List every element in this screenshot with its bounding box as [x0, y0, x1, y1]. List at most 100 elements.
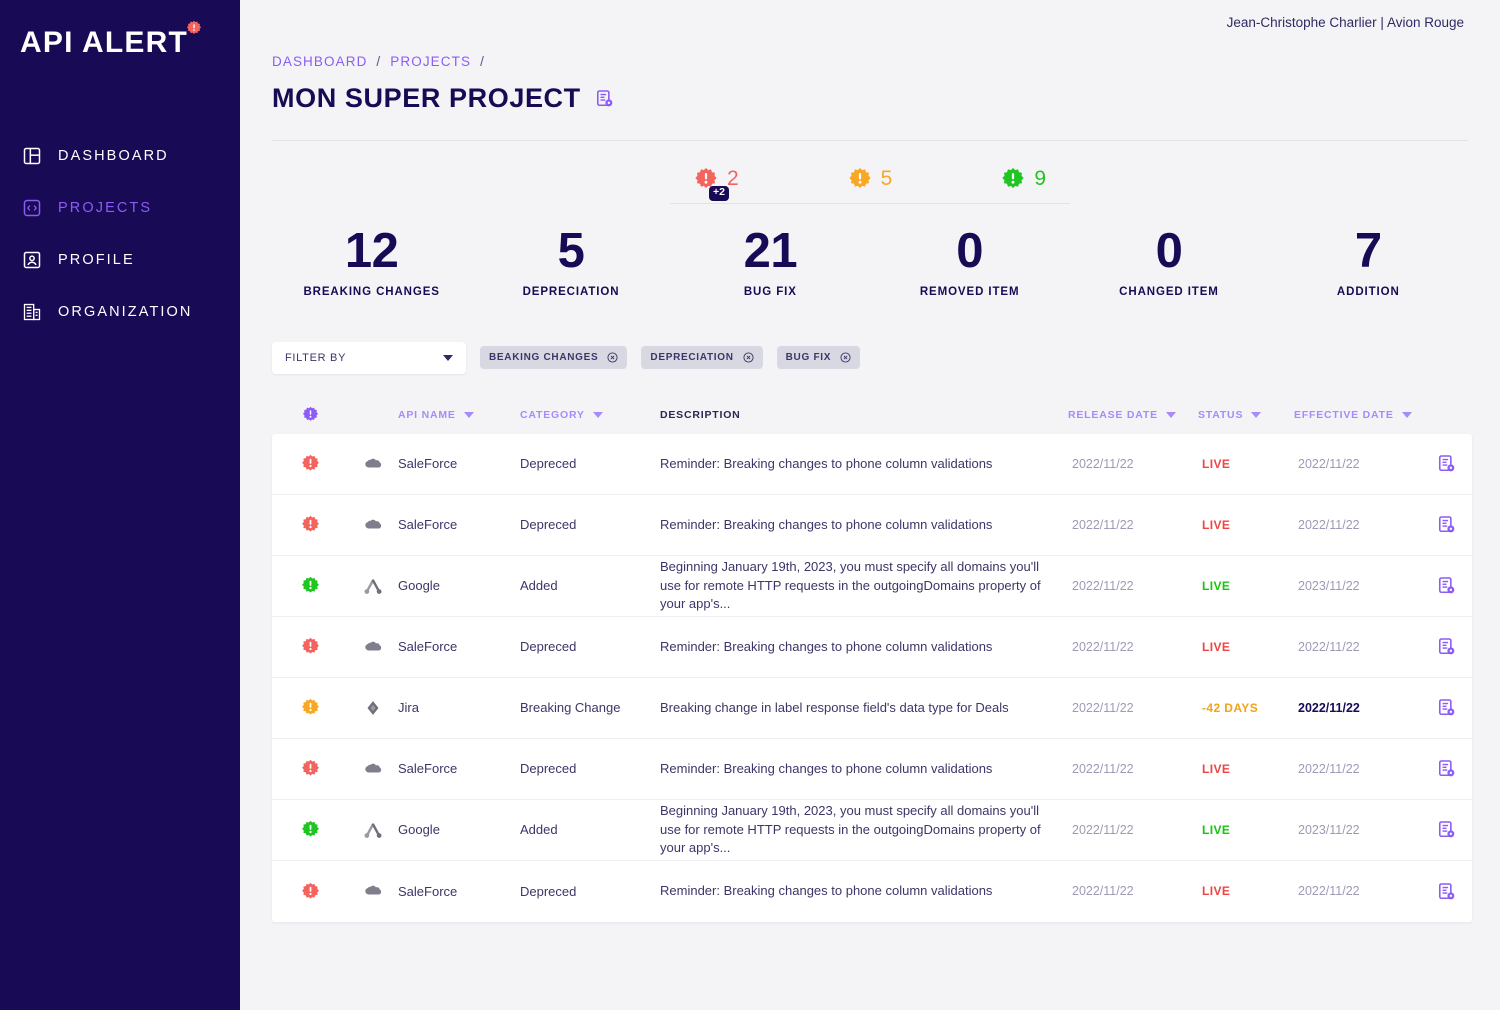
gear-alert-icon	[301, 699, 319, 716]
cell-effective-date: 2022/11/22	[1298, 700, 1360, 715]
cell-effective-date: 2023/11/22	[1298, 822, 1360, 837]
row-action-button[interactable]	[1420, 454, 1472, 473]
table-row[interactable]: SaleForce Depreced Reminder: Breaking chan…	[272, 434, 1472, 495]
document-gear-icon[interactable]	[1437, 515, 1456, 534]
user-account-label[interactable]: Jean-Christophe Charlier | Avion Rouge	[1227, 15, 1464, 30]
salesforce-cloud-icon	[365, 763, 382, 773]
sidebar-item-profile[interactable]: PROFILE	[0, 234, 240, 286]
cell-effective-date: 2023/11/22	[1298, 578, 1360, 593]
severity-badge-breaking[interactable]: 2 +2	[694, 167, 739, 201]
severity-badge-depreciation[interactable]: 5	[848, 167, 893, 191]
cell-effective-date: 2022/11/22	[1298, 517, 1360, 532]
cell-status: LIVE	[1202, 761, 1231, 776]
table-header-release-date[interactable]: RELEASE DATE	[1068, 409, 1198, 421]
stat-bug-fix: 21 BUG FIX	[671, 225, 870, 298]
cell-status: LIVE	[1202, 822, 1231, 837]
document-gear-icon[interactable]	[1437, 820, 1456, 839]
row-brand-icon	[348, 880, 398, 902]
breadcrumb-item-projects[interactable]: PROJECTS	[390, 54, 471, 69]
filter-chip-breaking-changes[interactable]: BEAKING CHANGES	[480, 346, 628, 370]
document-gear-icon[interactable]	[1437, 698, 1456, 717]
filter-chip-label: DEPRECIATION	[650, 352, 734, 364]
sidebar-item-organization[interactable]: ORGANIZATION	[0, 286, 240, 338]
cell-api-name: SaleForce	[398, 639, 458, 655]
stat-value: 0	[1155, 224, 1183, 278]
cell-api-name: SaleForce	[398, 883, 458, 899]
close-circle-icon[interactable]	[840, 352, 851, 363]
filter-chip-depreciation[interactable]: DEPRECIATION	[641, 346, 763, 370]
table-row[interactable]: SaleForce Depreced Reminder: Breaking chan…	[272, 861, 1472, 922]
column-label: DESCRIPTION	[660, 408, 741, 421]
layout-panel-icon	[23, 147, 41, 165]
close-circle-icon[interactable]	[743, 352, 754, 363]
table-row[interactable]: SaleForce Depreced Reminder: Breaking chan…	[272, 739, 1472, 800]
cell-status: LIVE	[1202, 517, 1231, 532]
stat-label: ADDITION	[1336, 285, 1400, 298]
document-gear-icon[interactable]	[1437, 882, 1456, 901]
google-ads-icon	[364, 579, 382, 594]
document-gear-icon[interactable]	[595, 89, 614, 108]
stat-depreciation: 5 DEPRECIATION	[471, 225, 670, 298]
table-header-api-name[interactable]: API NAME	[398, 409, 520, 421]
document-gear-icon[interactable]	[1437, 759, 1456, 778]
row-severity-icon	[272, 576, 348, 595]
breadcrumb-item-dashboard[interactable]: DASHBOARD	[272, 54, 367, 69]
sidebar-item-dashboard[interactable]: DASHBOARD	[0, 130, 240, 182]
stat-label: BUG FIX	[743, 285, 797, 298]
filter-row: FILTER BY BEAKING CHANGES DEPRECIATION B…	[272, 341, 1500, 374]
stat-breaking-changes: 12 BREAKING CHANGES	[272, 225, 471, 298]
table-header-category[interactable]: CATEGORY	[520, 409, 660, 421]
sidebar-item-projects[interactable]: PROJECTS	[0, 182, 240, 234]
row-severity-icon	[272, 698, 348, 717]
stat-changed-item: 0 CHANGED ITEM	[1069, 224, 1268, 298]
gear-alert-icon	[301, 638, 319, 655]
row-severity-icon	[272, 454, 348, 473]
severity-badge-bugfix[interactable]: 9	[1001, 167, 1046, 191]
document-gear-icon[interactable]	[1437, 637, 1456, 656]
code-brackets-icon	[23, 199, 41, 217]
table-body: SaleForce Depreced Reminder: Breaking chan…	[272, 433, 1472, 922]
document-gear-icon[interactable]	[1437, 576, 1456, 595]
table-row[interactable]: SaleForce Depreced Reminder: Breaking chan…	[272, 495, 1472, 556]
cell-category: Added	[520, 822, 558, 838]
cell-effective-date: 2022/11/22	[1298, 639, 1360, 654]
stat-label: BREAKING CHANGES	[303, 285, 440, 298]
main-content: Jean-Christophe Charlier | Avion Rouge D…	[240, 0, 1500, 1010]
filter-chip-bug-fix[interactable]: BUG FIX	[776, 346, 861, 370]
table-header-status[interactable]: STATUS	[1198, 409, 1294, 421]
row-action-button[interactable]	[1420, 637, 1472, 656]
table-header-effective-date[interactable]: EFFECTIVE DATE	[1294, 409, 1416, 421]
close-circle-icon[interactable]	[607, 352, 618, 363]
table-row[interactable]: Google Added Beginning January 19th, 2023,…	[272, 800, 1472, 861]
row-action-button[interactable]	[1420, 515, 1472, 534]
sidebar-item-label: PROJECTS	[58, 200, 153, 216]
filter-chip-label: BEAKING CHANGES	[489, 352, 599, 364]
table-row[interactable]: Google Added Beginning January 19th, 2023,…	[272, 556, 1472, 617]
row-action-button[interactable]	[1420, 820, 1472, 839]
row-action-button[interactable]	[1420, 698, 1472, 717]
cell-release-date: 2022/11/22	[1072, 761, 1134, 776]
table-row[interactable]: SaleForce Depreced Reminder: Breaking chan…	[272, 617, 1472, 678]
gear-alert-icon	[301, 516, 319, 533]
cell-effective-date: 2022/11/22	[1298, 884, 1360, 899]
cell-release-date: 2022/11/22	[1072, 884, 1134, 899]
breadcrumb-separator: /	[480, 54, 485, 69]
severity-count: 9	[1034, 167, 1046, 190]
cell-description: Breaking change in label response field'…	[660, 699, 1009, 715]
stat-value: 7	[1354, 224, 1382, 278]
stats-row: 12 BREAKING CHANGES 5 DEPRECIATION 21 BU…	[272, 224, 1468, 298]
severity-count: 5	[880, 167, 893, 190]
row-action-button[interactable]	[1420, 759, 1472, 778]
cell-release-date: 2022/11/22	[1072, 517, 1134, 532]
app-logo[interactable]: API ALERT	[20, 20, 202, 58]
row-action-button[interactable]	[1420, 882, 1472, 901]
table-row[interactable]: Jira Breaking Change Breaking change in la…	[272, 678, 1472, 739]
sidebar-item-label: PROFILE	[58, 252, 135, 268]
chevron-down-icon	[443, 354, 453, 361]
cell-status: LIVE	[1202, 884, 1231, 899]
filter-by-select[interactable]: FILTER BY	[272, 341, 466, 374]
document-gear-icon[interactable]	[1437, 454, 1456, 473]
row-action-button[interactable]	[1420, 576, 1472, 595]
stat-label: DEPRECIATION	[522, 285, 620, 298]
cell-status: LIVE	[1202, 456, 1231, 471]
